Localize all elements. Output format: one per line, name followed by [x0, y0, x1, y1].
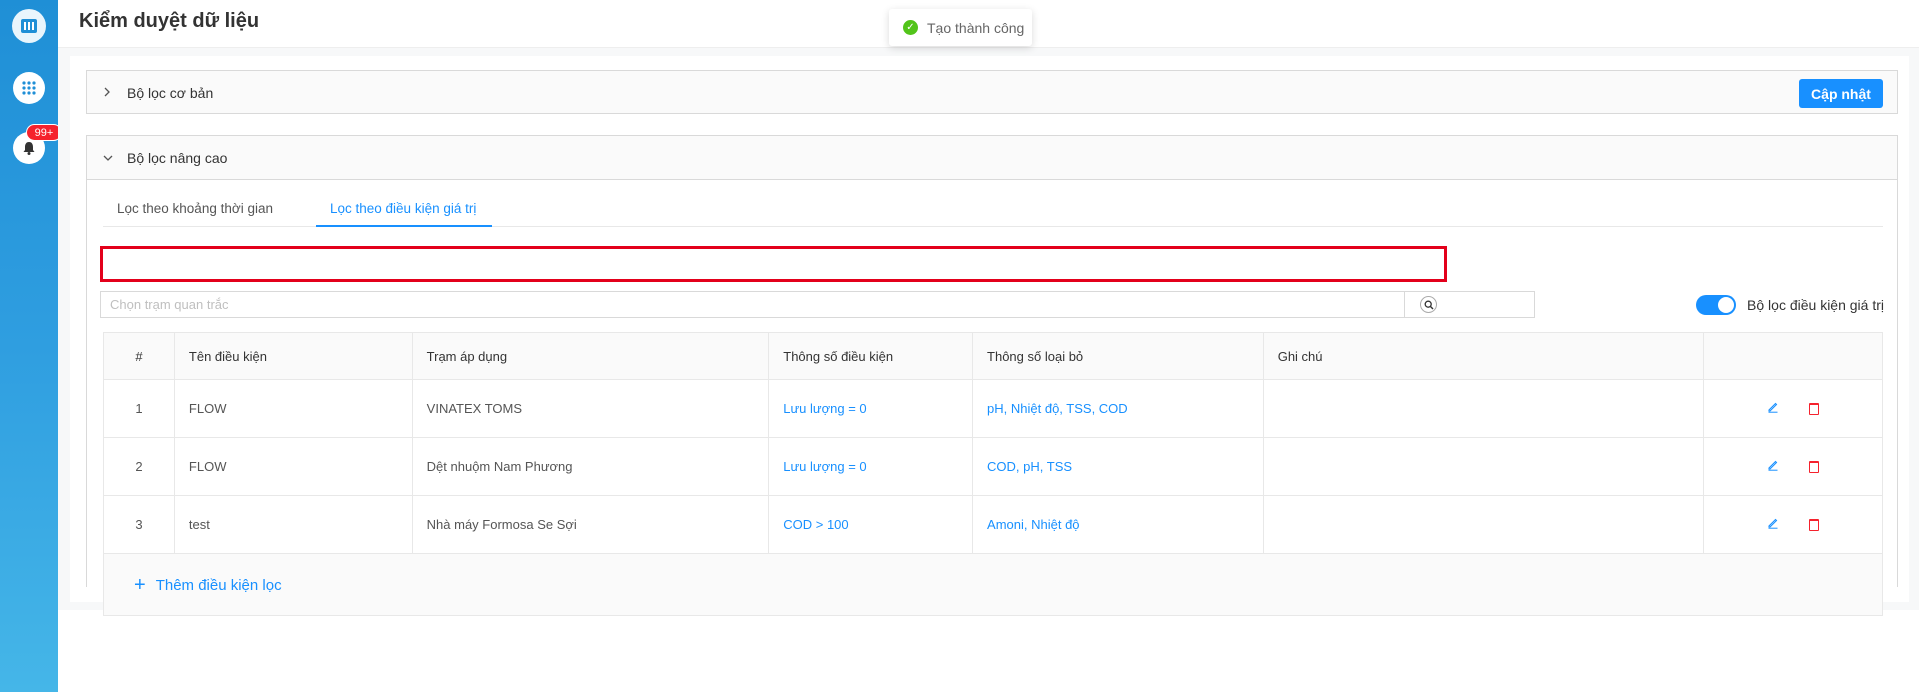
toast-message: Tạo thành công [927, 19, 1025, 36]
page-title: Kiểm duyệt dữ liệu [79, 10, 260, 32]
column-header-condition: Thông số điều kiện [769, 333, 974, 379]
station-search-input[interactable] [101, 292, 1404, 317]
filter-tabs: Lọc theo khoảng thời gian Lọc theo điều … [103, 190, 1883, 227]
chevron-down-icon [103, 151, 117, 165]
sidebar: 99+ [0, 0, 62, 692]
applied-station: VINATEX TOMS [413, 380, 770, 437]
table-row: 3 test Nhà máy Formosa Se Sợi COD > 100 … [104, 496, 1882, 554]
apps-grid-icon[interactable] [13, 72, 45, 104]
condition-parameter: Lưu lượng = 0 [769, 380, 974, 437]
applied-station: Nhà máy Formosa Se Sợi [413, 496, 770, 553]
success-toast: ✓ Tạo thành công [889, 9, 1032, 46]
conditions-table: # Tên điều kiện Trạm áp dụng Thông số đi… [103, 332, 1883, 616]
station-search [100, 291, 1535, 318]
row-index: 3 [104, 496, 175, 553]
edit-icon[interactable] [1767, 517, 1779, 532]
delete-icon[interactable] [1809, 402, 1820, 415]
tab-time-range[interactable]: Lọc theo khoảng thời gian [117, 190, 273, 227]
excluded-parameters: Amoni, Nhiệt độ [973, 496, 1264, 553]
condition-name: FLOW [175, 438, 413, 495]
advanced-filter-title: Bộ lọc nâng cao [127, 149, 228, 166]
add-condition-label: Thêm điều kiện lọc [155, 576, 282, 594]
table-row: 1 FLOW VINATEX TOMS Lưu lượng = 0 pH, Nh… [104, 380, 1882, 438]
check-circle-icon: ✓ [903, 20, 918, 35]
active-tab-indicator [316, 225, 492, 227]
condition-name: test [175, 496, 413, 553]
row-actions [1704, 380, 1882, 437]
delete-icon[interactable] [1809, 460, 1820, 473]
condition-parameter: COD > 100 [769, 496, 974, 553]
notification-badge: 99+ [26, 124, 62, 141]
value-filter-toggle-group: Bộ lọc điều kiện giá trị [1696, 295, 1884, 315]
tab-value-condition[interactable]: Lọc theo điều kiện giá trị [330, 190, 476, 227]
app-logo-icon[interactable] [12, 9, 46, 43]
table-header-row: # Tên điều kiện Trạm áp dụng Thông số đi… [104, 333, 1882, 380]
column-header-actions [1704, 333, 1882, 379]
condition-parameter: Lưu lượng = 0 [769, 438, 974, 495]
table-row: 2 FLOW Dệt nhuộm Nam Phương Lưu lượng = … [104, 438, 1882, 496]
column-header-note: Ghi chú [1264, 333, 1705, 379]
basic-filter-panel: Bộ lọc cơ bản Cập nhật [86, 70, 1898, 114]
advanced-filter-header[interactable]: Bộ lọc nâng cao [87, 136, 1897, 179]
applied-station: Dệt nhuộm Nam Phương [413, 438, 770, 495]
delete-icon[interactable] [1809, 518, 1820, 531]
basic-filter-header[interactable]: Bộ lọc cơ bản [87, 71, 1897, 114]
column-header-station: Trạm áp dụng [413, 333, 770, 379]
row-note [1264, 380, 1705, 437]
row-actions [1704, 496, 1882, 553]
basic-filter-title: Bộ lọc cơ bản [127, 84, 214, 101]
row-actions [1704, 438, 1882, 495]
chevron-right-icon [103, 86, 117, 100]
row-index: 1 [104, 380, 175, 437]
value-filter-toggle-label: Bộ lọc điều kiện giá trị [1747, 297, 1884, 313]
row-index: 2 [104, 438, 175, 495]
condition-name: FLOW [175, 380, 413, 437]
edit-icon[interactable] [1767, 459, 1779, 474]
search-button[interactable] [1404, 291, 1452, 318]
row-note [1264, 496, 1705, 553]
excluded-parameters: pH, Nhiệt độ, TSS, COD [973, 380, 1264, 437]
value-filter-toggle[interactable] [1696, 295, 1737, 315]
row-note [1264, 438, 1705, 495]
search-icon [1420, 296, 1437, 313]
edit-icon[interactable] [1767, 401, 1779, 416]
column-header-excluded: Thông số loại bỏ [973, 333, 1264, 379]
column-header-index: # [104, 333, 175, 379]
add-condition-button[interactable]: + Thêm điều kiện lọc [134, 575, 282, 595]
advanced-filter-panel: Bộ lọc nâng cao Lọc theo khoảng thời gia… [86, 135, 1898, 616]
column-header-name: Tên điều kiện [175, 333, 413, 379]
update-button[interactable]: Cập nhật [1799, 79, 1883, 108]
advanced-filter-body: Lọc theo khoảng thời gian Lọc theo điều … [87, 179, 1897, 616]
plus-icon: + [134, 574, 146, 596]
excluded-parameters: COD, pH, TSS [973, 438, 1264, 495]
